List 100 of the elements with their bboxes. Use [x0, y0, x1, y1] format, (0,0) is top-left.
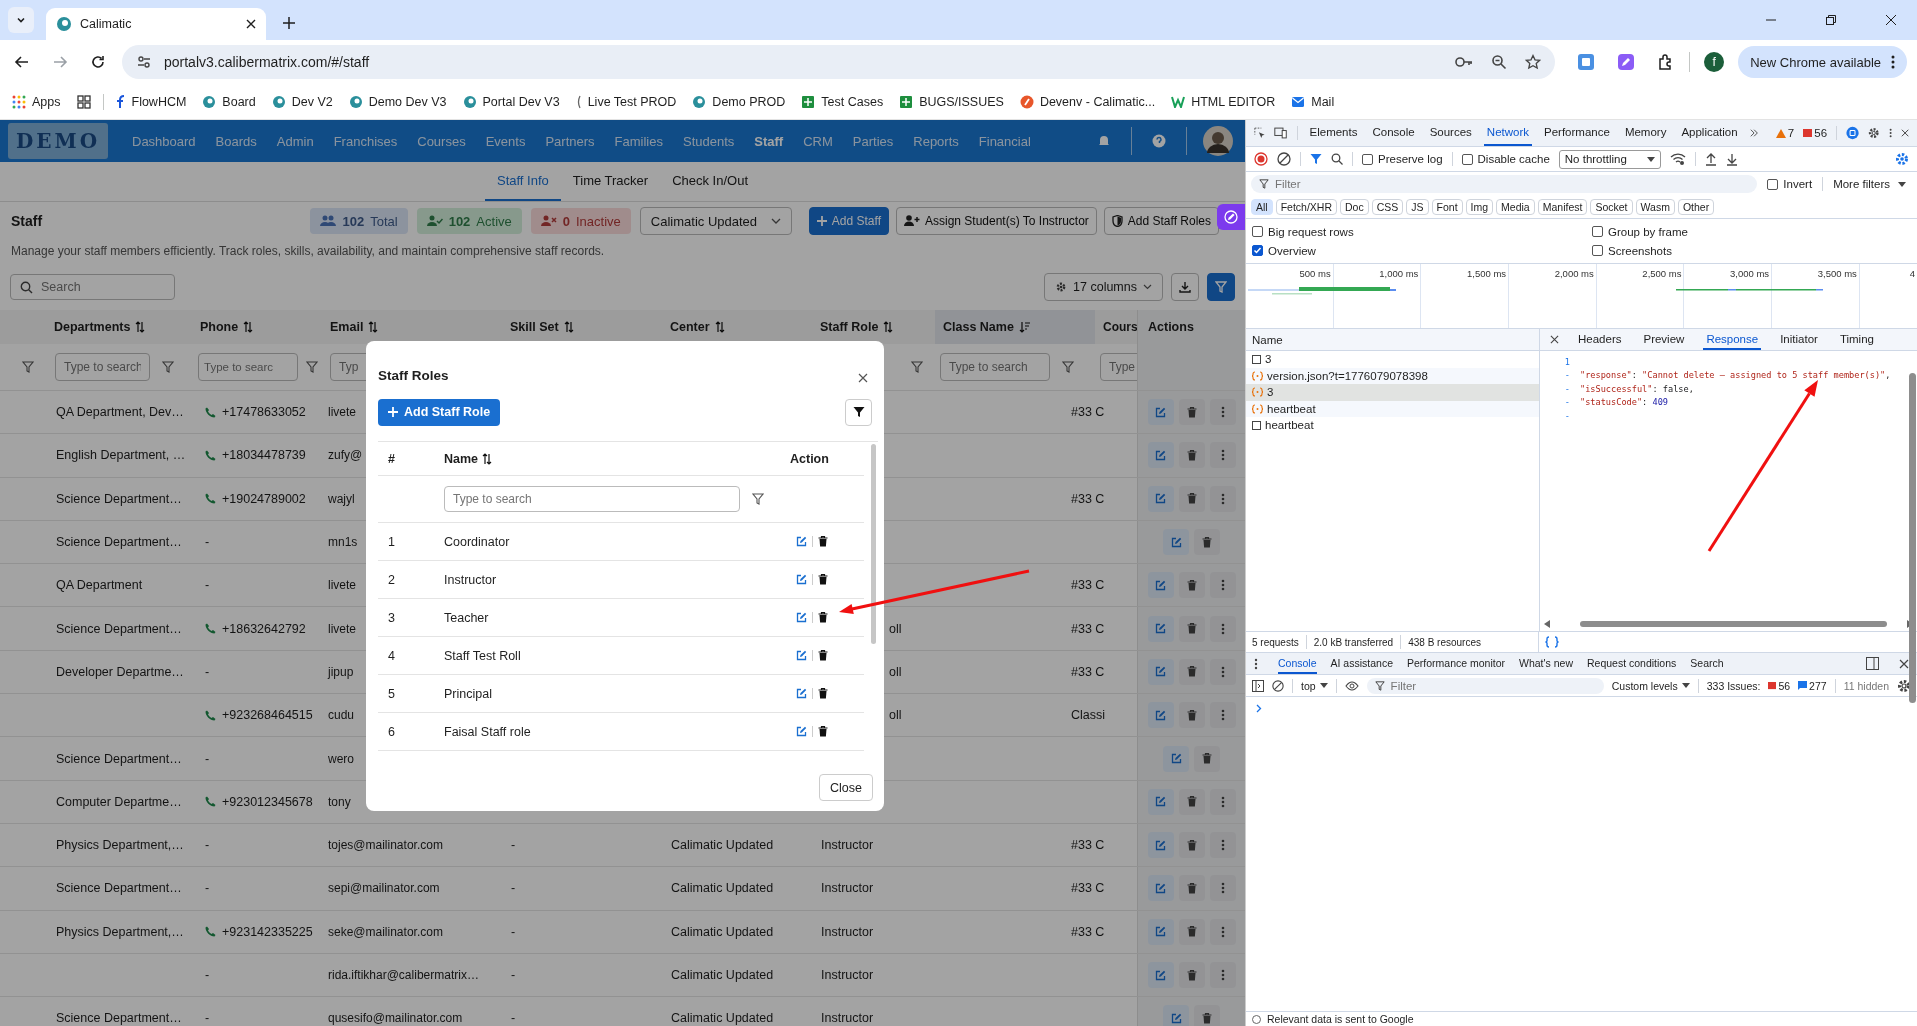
devtools-tab[interactable]: Elements — [1306, 120, 1361, 146]
edit-button[interactable] — [1147, 615, 1174, 642]
wifi-icon[interactable] — [1669, 152, 1686, 166]
extension-icon[interactable] — [1617, 53, 1636, 71]
column-header[interactable]: Actions — [1148, 320, 1194, 334]
inspect-icon[interactable] — [1254, 126, 1266, 140]
checkbox[interactable] — [1252, 226, 1263, 237]
filter-icon[interactable] — [911, 361, 923, 373]
edit-icon[interactable] — [796, 574, 807, 585]
clear-icon[interactable] — [1272, 679, 1284, 692]
phone-icon[interactable] — [205, 449, 216, 461]
type-filter-chip[interactable]: CSS — [1371, 199, 1404, 215]
trash-icon[interactable] — [818, 726, 828, 737]
drawer-tab[interactable]: Request conditions — [1587, 653, 1677, 674]
type-filter-chip[interactable]: Img — [1465, 199, 1494, 215]
column-header[interactable]: Center — [670, 320, 710, 334]
checkbox[interactable] — [1592, 245, 1603, 256]
type-filter-chip[interactable]: Other — [1677, 199, 1715, 215]
column-header[interactable]: Cours — [1103, 320, 1137, 334]
sub-tab[interactable]: Check In/Out — [660, 162, 760, 201]
center-select[interactable]: Calimatic Updated — [639, 207, 792, 235]
zoom-icon[interactable] — [1491, 54, 1508, 70]
edit-button[interactable] — [1147, 962, 1174, 988]
star-icon[interactable] — [1525, 54, 1542, 70]
sub-tab[interactable]: Staff Info — [485, 162, 561, 201]
close-icon[interactable] — [1885, 14, 1897, 26]
type-filter-chip[interactable]: Doc — [1340, 199, 1369, 215]
filter-field[interactable]: Filter — [1366, 677, 1604, 694]
detail-tab[interactable]: Timing — [1836, 329, 1877, 350]
edit-button[interactable] — [1147, 702, 1174, 729]
filter-field[interactable]: Type — [1100, 353, 1137, 381]
column-header[interactable]: Email — [330, 320, 364, 334]
column-header[interactable]: Departments — [54, 320, 131, 334]
sort-icon[interactable] — [883, 321, 894, 333]
settings-icon[interactable] — [1897, 678, 1911, 693]
type-filter-chip[interactable]: All — [1251, 199, 1273, 215]
help-icon[interactable] — [1152, 134, 1166, 148]
edit-button[interactable] — [1147, 485, 1174, 512]
delete-button[interactable] — [1178, 918, 1205, 945]
bookmark-link[interactable]: Dev V2 — [271, 94, 333, 109]
avatar[interactable] — [1203, 126, 1233, 156]
back-icon[interactable] — [14, 54, 30, 70]
detail-tab[interactable]: Initiator — [1777, 329, 1821, 350]
error-count[interactable]: 56 — [1768, 679, 1791, 692]
device-icon[interactable] — [1274, 126, 1288, 140]
request-row[interactable]: heartbeat — [1246, 417, 1539, 434]
grid-icon[interactable] — [76, 94, 91, 109]
reload-icon[interactable] — [90, 54, 106, 70]
edit-button[interactable] — [1147, 918, 1174, 945]
braces-icon[interactable] — [1545, 636, 1559, 648]
bookmark-link[interactable]: Apps — [12, 94, 61, 109]
bookmark-link[interactable]: Mail — [1291, 94, 1335, 109]
checkbox[interactable] — [1767, 178, 1779, 190]
trash-icon[interactable] — [818, 612, 828, 623]
edit-icon[interactable] — [796, 688, 807, 699]
edit-button[interactable] — [1147, 442, 1174, 469]
devtools-tab[interactable]: Memory — [1621, 120, 1670, 146]
sort-icon[interactable] — [563, 321, 574, 333]
radio-icon[interactable] — [1252, 1014, 1261, 1024]
bookmark-link[interactable]: Demo Dev V3 — [348, 94, 447, 109]
close-button[interactable]: Close — [819, 774, 873, 801]
edit-button[interactable] — [1163, 745, 1189, 772]
sort-icon[interactable] — [482, 452, 493, 465]
edit-button[interactable] — [1147, 399, 1174, 426]
search-field[interactable]: Search — [10, 274, 175, 300]
close-icon[interactable] — [1550, 335, 1559, 344]
sidebar-icon[interactable] — [1252, 679, 1264, 692]
extension-icon[interactable] — [1577, 53, 1596, 71]
scrollbar[interactable] — [871, 444, 876, 644]
delete-button[interactable] — [1178, 615, 1205, 642]
type-filter-chip[interactable]: Manifest — [1537, 199, 1588, 215]
filter-icon[interactable] — [162, 361, 174, 373]
checkbox-label[interactable]: Preserve log — [1378, 153, 1443, 165]
devtools-tab[interactable]: Sources — [1426, 120, 1475, 146]
phone-icon[interactable] — [205, 796, 216, 808]
edit-button[interactable] — [1163, 529, 1189, 556]
close-icon[interactable] — [1899, 658, 1909, 669]
detail-tab[interactable]: Response — [1703, 329, 1762, 350]
sort-icon[interactable] — [243, 321, 254, 333]
warning-count[interactable]: 7 — [1775, 127, 1795, 139]
action-button[interactable]: Add Staff — [808, 207, 889, 235]
trash-icon[interactable] — [818, 688, 828, 699]
profile-avatar[interactable]: f — [1704, 52, 1725, 72]
error-count[interactable]: 56 — [1803, 127, 1828, 139]
more-icon[interactable] — [1888, 127, 1892, 139]
checkbox-label[interactable]: Overview — [1268, 244, 1316, 257]
download-button[interactable] — [1171, 273, 1199, 301]
checkbox-label[interactable]: Group by frame — [1608, 225, 1688, 238]
scrollbar[interactable] — [1580, 621, 1887, 627]
filter-icon[interactable] — [306, 361, 318, 373]
detail-tab[interactable]: Preview — [1640, 329, 1688, 350]
context-select[interactable]: top — [1301, 679, 1328, 692]
scroll-left-icon[interactable] — [1544, 620, 1550, 628]
edit-button[interactable] — [1163, 1005, 1189, 1026]
sort-icon[interactable] — [368, 321, 379, 333]
edit-icon[interactable] — [796, 726, 807, 737]
columns-dropdown[interactable]: 17 columns — [1044, 273, 1163, 301]
drawer-tab[interactable]: What's new — [1519, 653, 1573, 674]
close-icon[interactable] — [1900, 128, 1909, 138]
filter-icon[interactable] — [21, 361, 34, 373]
